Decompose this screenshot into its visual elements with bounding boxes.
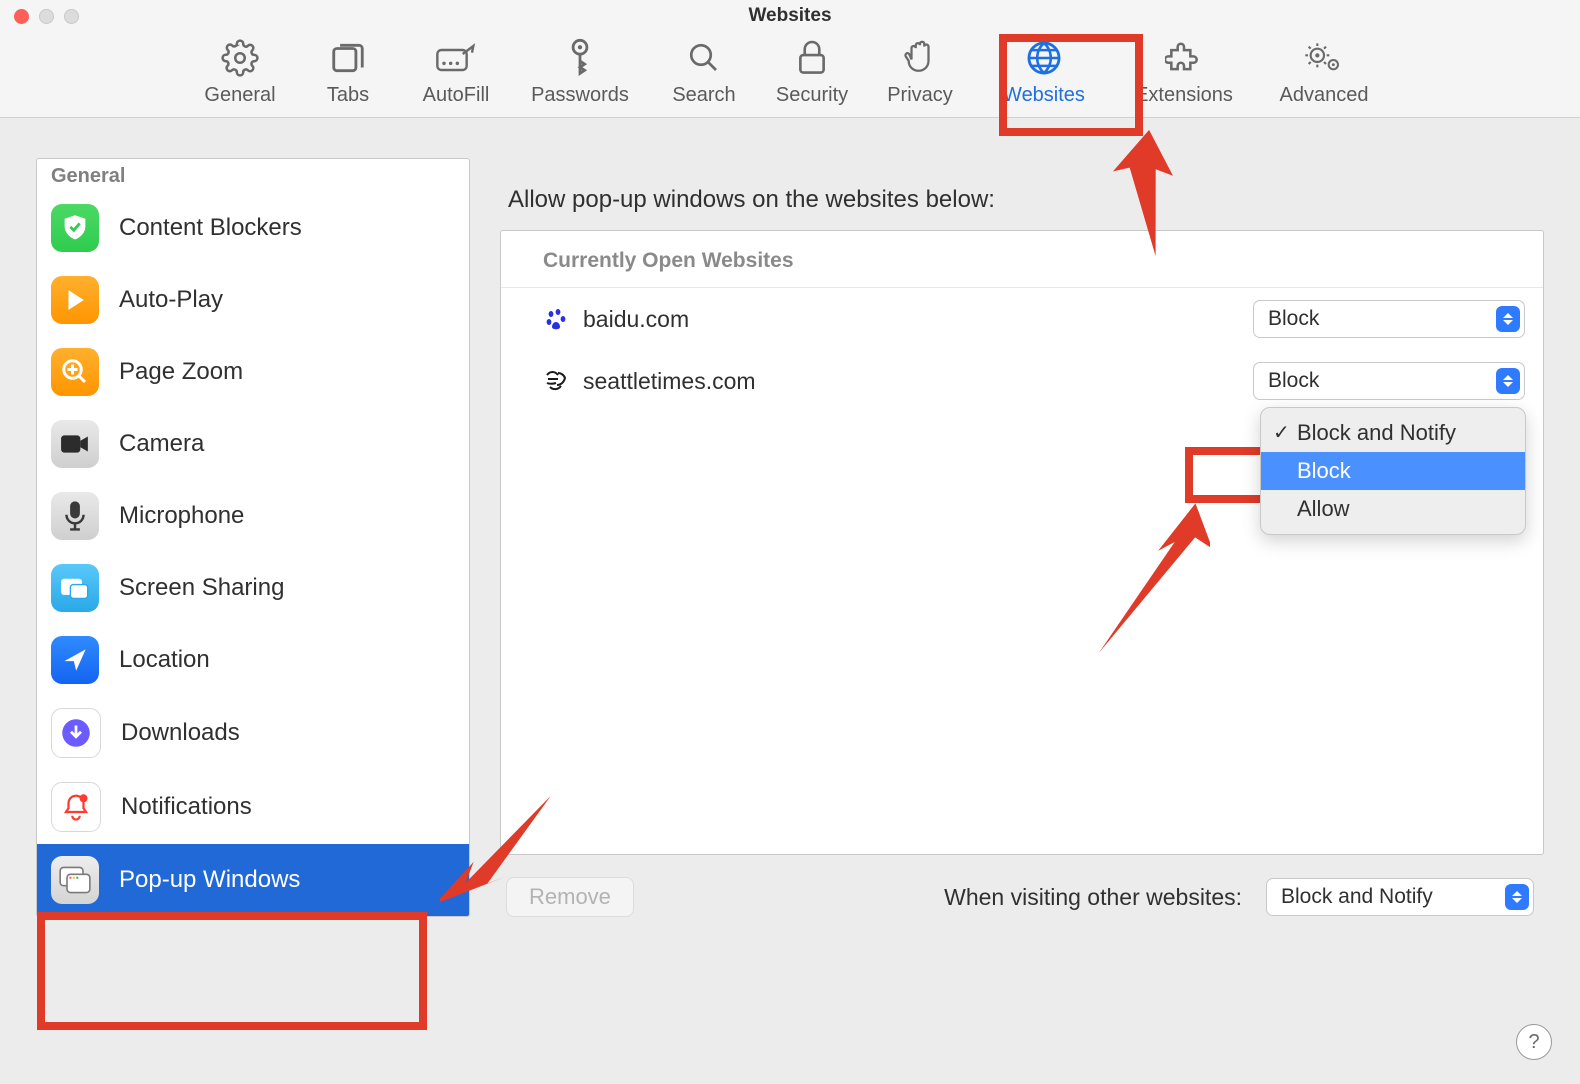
tab-label: AutoFill — [423, 84, 490, 107]
bell-icon — [51, 782, 101, 832]
hand-icon — [900, 38, 940, 78]
tab-label: Websites — [1003, 84, 1085, 107]
menu-option-block-and-notify[interactable]: Block and Notify — [1261, 414, 1525, 452]
sidebar-item-label: Microphone — [119, 502, 244, 530]
sidebar-item-label: Pop-up Windows — [119, 866, 300, 894]
tab-label: Tabs — [327, 84, 369, 107]
chevron-updown-icon — [1505, 884, 1529, 910]
chevron-updown-icon — [1496, 306, 1520, 332]
sidebar-item-label: Location — [119, 646, 210, 674]
settings-sidebar: General Content Blockers Auto-Play Page … — [36, 158, 470, 917]
shield-check-icon — [51, 204, 99, 252]
screen-share-icon — [51, 564, 99, 612]
lock-icon — [792, 38, 832, 78]
websites-list-header: Currently Open Websites — [501, 231, 1543, 288]
menu-option-label: Block — [1297, 458, 1351, 483]
sidebar-item-label: Camera — [119, 430, 204, 458]
menu-option-label: Block and Notify — [1297, 420, 1456, 445]
window-title: Websites — [0, 5, 1580, 27]
websites-list: Currently Open Websites baidu.com Block … — [500, 230, 1544, 855]
main-panel: Allow pop-up windows on the websites bel… — [500, 158, 1544, 917]
titlebar: Websites — [0, 0, 1580, 32]
sidebar-item-label: Auto-Play — [119, 286, 223, 314]
sidebar-item-label: Page Zoom — [119, 358, 243, 386]
search-icon — [684, 38, 724, 78]
tab-advanced[interactable]: Advanced — [1254, 38, 1394, 107]
other-websites-label: When visiting other websites: — [944, 884, 1242, 911]
autofill-icon — [436, 38, 476, 78]
sidebar-item-popup-windows[interactable]: Pop-up Windows — [37, 844, 469, 916]
sidebar-item-label: Notifications — [121, 793, 252, 821]
tab-security[interactable]: Security — [758, 38, 866, 107]
site-setting-value: Block — [1268, 369, 1319, 393]
site-row[interactable]: baidu.com Block — [501, 288, 1543, 350]
other-websites-select[interactable]: Block and Notify — [1266, 878, 1534, 916]
site-domain: seattletimes.com — [583, 368, 1253, 395]
tab-search[interactable]: Search — [650, 38, 758, 107]
sidebar-item-auto-play[interactable]: Auto-Play — [37, 264, 469, 336]
site-domain: baidu.com — [583, 306, 1253, 333]
sidebar-item-page-zoom[interactable]: Page Zoom — [37, 336, 469, 408]
chevron-updown-icon — [1496, 368, 1520, 394]
site-setting-select[interactable]: Block Block and Notify Block Allow — [1253, 362, 1525, 400]
menu-option-allow[interactable]: Allow — [1261, 490, 1525, 528]
tab-autofill[interactable]: AutoFill — [402, 38, 510, 107]
location-arrow-icon — [51, 636, 99, 684]
sidebar-item-camera[interactable]: Camera — [37, 408, 469, 480]
tab-label: Passwords — [531, 84, 629, 107]
content-area: General Content Blockers Auto-Play Page … — [0, 118, 1580, 917]
popup-windows-icon — [51, 856, 99, 904]
site-setting-select[interactable]: Block — [1253, 300, 1525, 338]
zoom-icon — [51, 348, 99, 396]
tab-extensions[interactable]: Extensions — [1114, 38, 1254, 107]
tab-label: General — [204, 84, 275, 107]
annotation-box-popup-windows — [37, 912, 427, 1030]
site-setting-value: Block — [1268, 307, 1319, 331]
tab-label: Advanced — [1280, 84, 1369, 107]
tab-label: Extensions — [1135, 84, 1233, 107]
tab-general[interactable]: General — [186, 38, 294, 107]
menu-option-block[interactable]: Block — [1261, 452, 1525, 490]
menu-option-label: Allow — [1297, 496, 1350, 521]
site-setting-menu: Block and Notify Block Allow — [1260, 407, 1526, 535]
tab-label: Search — [672, 84, 735, 107]
tab-privacy[interactable]: Privacy — [866, 38, 974, 107]
play-icon — [51, 276, 99, 324]
sidebar-item-microphone[interactable]: Microphone — [37, 480, 469, 552]
tab-label: Security — [776, 84, 848, 107]
download-icon — [51, 708, 101, 758]
site-row[interactable]: seattletimes.com Block Block and Notify … — [501, 350, 1543, 412]
microphone-icon — [51, 492, 99, 540]
sidebar-item-notifications[interactable]: Notifications — [37, 770, 469, 844]
sidebar-item-label: Content Blockers — [119, 214, 302, 242]
preferences-toolbar: General Tabs AutoFill Passwords Search S… — [0, 32, 1580, 118]
gear-icon — [220, 38, 260, 78]
other-websites-value: Block and Notify — [1281, 885, 1433, 909]
sidebar-item-content-blockers[interactable]: Content Blockers — [37, 192, 469, 264]
key-icon — [560, 38, 600, 78]
sidebar-item-downloads[interactable]: Downloads — [37, 696, 469, 770]
tab-tabs[interactable]: Tabs — [294, 38, 402, 107]
sidebar-item-label: Screen Sharing — [119, 574, 284, 602]
panel-footer: Remove When visiting other websites: Blo… — [500, 855, 1544, 917]
tab-label: Privacy — [887, 84, 953, 107]
sidebar-item-label: Downloads — [121, 719, 240, 747]
panel-heading: Allow pop-up windows on the websites bel… — [508, 186, 1544, 214]
favicon-baidu-icon — [543, 306, 569, 332]
sidebar-item-screen-sharing[interactable]: Screen Sharing — [37, 552, 469, 624]
sidebar-item-location[interactable]: Location — [37, 624, 469, 696]
remove-button[interactable]: Remove — [506, 877, 634, 917]
help-button[interactable]: ? — [1516, 1024, 1552, 1060]
tab-websites[interactable]: Websites — [974, 38, 1114, 107]
favicon-seattletimes-icon — [543, 368, 569, 394]
tabs-icon — [328, 38, 368, 78]
puzzle-icon — [1164, 38, 1204, 78]
gears-icon — [1304, 38, 1344, 78]
tab-passwords[interactable]: Passwords — [510, 38, 650, 107]
globe-icon — [1024, 38, 1064, 78]
camera-icon — [51, 420, 99, 468]
sidebar-section-header: General — [37, 159, 469, 192]
